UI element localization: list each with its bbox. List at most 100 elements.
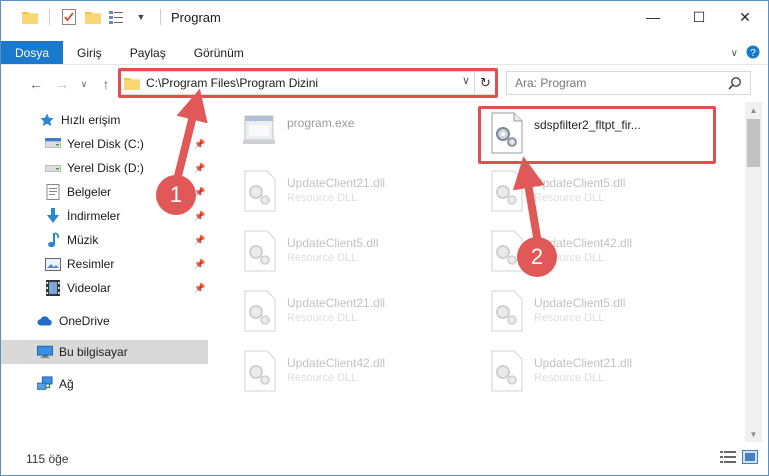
file-name: UpdateClient5.dll — [287, 236, 379, 250]
vertical-scrollbar[interactable]: ▲ ▼ — [745, 102, 762, 442]
details-view-icon[interactable] — [720, 450, 736, 467]
search-icon[interactable] — [728, 76, 742, 93]
quick-access-toolbar: ▼ — [21, 8, 165, 26]
file-item[interactable]: UpdateClient21.dll Resource DLL — [239, 170, 479, 222]
ribbon-tabs: Dosya Giriş Paylaş Görünüm ∨ ? — [1, 41, 768, 65]
dll-file-icon — [239, 350, 281, 392]
dll-file-icon — [486, 290, 528, 332]
dll-file-icon — [239, 170, 281, 212]
back-arrow-icon[interactable]: ← — [25, 73, 47, 95]
file-item[interactable]: UpdateClient21.dll Resource DLL — [486, 350, 726, 402]
pin-icon[interactable]: 📌 — [194, 163, 205, 174]
dll-file-icon — [239, 290, 281, 332]
file-name: UpdateClient5.dll — [534, 296, 626, 310]
recent-locations-icon[interactable]: ∨ — [73, 73, 95, 95]
file-item[interactable]: UpdateClient5.dll Resource DLL — [486, 290, 726, 342]
pictures-icon — [45, 256, 61, 272]
sidebar-item-label: Yerel Disk (C:) — [67, 137, 144, 151]
sidebar-item-label: Ağ — [59, 377, 74, 391]
maximize-button[interactable]: ☐ — [676, 1, 722, 33]
file-type: Resource DLL — [534, 192, 605, 204]
file-item[interactable]: program.exe — [239, 110, 479, 162]
customize-toolbar-icon[interactable]: ▼ — [132, 8, 150, 26]
pin-icon[interactable]: 📌 — [194, 283, 205, 294]
file-name: UpdateClient21.dll — [287, 296, 386, 310]
search-box[interactable]: Ara: Program — [506, 71, 751, 95]
help-icon[interactable]: ? — [746, 45, 760, 62]
sidebar-item-label: OneDrive — [59, 314, 110, 328]
sidebar-item-this-pc[interactable]: Bu bilgisayar — [1, 340, 208, 364]
sidebar-item-label: Hızlı erişim — [61, 113, 121, 127]
network-icon — [37, 376, 53, 392]
up-arrow-icon[interactable]: ↑ — [95, 73, 117, 95]
sidebar-item-label: Videolar — [67, 281, 111, 295]
pin-icon[interactable]: 📌 — [194, 235, 205, 246]
file-item[interactable]: UpdateClient5.dll Resource DLL — [486, 170, 726, 222]
drive-icon — [45, 136, 61, 152]
scroll-up-icon[interactable]: ▲ — [745, 102, 762, 118]
sidebar-item-music[interactable]: Müzik 📌 — [1, 228, 208, 252]
forward-arrow-icon[interactable]: → — [51, 73, 73, 95]
sidebar-item-videos[interactable]: Videolar 📌 — [1, 276, 208, 300]
sidebar-item-label: Resimler — [67, 257, 115, 271]
computer-icon — [37, 344, 53, 360]
sidebar-item-label: Yerel Disk (D:) — [67, 161, 144, 175]
download-icon — [45, 208, 61, 224]
toolbar-divider — [49, 9, 50, 25]
item-count: 115 öğe — [26, 451, 69, 466]
ribbon-right-controls: ∨ ? — [731, 43, 760, 63]
sidebar-item-local-disk-c[interactable]: Yerel Disk (C:) 📌 — [1, 132, 208, 156]
window-controls: — ☐ ✕ — [630, 1, 768, 33]
sidebar-item-label: Müzik — [67, 233, 99, 247]
window-title: Program — [171, 9, 221, 25]
file-type: Resource DLL — [534, 312, 605, 324]
new-folder-icon[interactable] — [84, 8, 102, 26]
file-name: UpdateClient21.dll — [534, 356, 633, 370]
file-highlight — [478, 106, 716, 164]
file-name: program.exe — [287, 116, 355, 130]
file-type: Resource DLL — [287, 192, 358, 204]
scroll-down-icon[interactable]: ▼ — [745, 426, 762, 442]
pin-icon[interactable]: 📌 — [194, 259, 205, 270]
star-icon — [39, 112, 55, 128]
address-bar-highlight — [118, 68, 498, 98]
file-name: UpdateClient21.dll — [287, 176, 386, 190]
search-input[interactable]: Ara: Program — [515, 76, 586, 90]
minimize-button[interactable]: — — [630, 1, 676, 33]
close-button[interactable]: ✕ — [722, 1, 768, 33]
properties-icon[interactable] — [60, 8, 78, 26]
tab-home[interactable]: Giriş — [63, 41, 116, 64]
tab-view[interactable]: Görünüm — [180, 41, 258, 64]
tab-share[interactable]: Paylaş — [116, 41, 180, 64]
file-item[interactable]: UpdateClient42.dll Resource DLL — [239, 350, 479, 402]
pin-icon[interactable]: 📌 — [194, 211, 205, 222]
sidebar-item-quick-access[interactable]: Hızlı erişim — [1, 108, 208, 132]
file-item[interactable]: UpdateClient5.dll Resource DLL — [239, 230, 479, 282]
sidebar-item-network[interactable]: Ağ — [1, 372, 208, 396]
dll-file-icon — [486, 170, 528, 212]
large-icons-view-icon[interactable] — [742, 450, 758, 467]
view-options-icon[interactable] — [108, 8, 126, 26]
application-icon — [239, 110, 281, 152]
folder-icon[interactable] — [21, 8, 39, 26]
tab-file[interactable]: Dosya — [1, 41, 64, 64]
file-name: UpdateClient42.dll — [287, 356, 386, 370]
status-bar: 115 öğe — [1, 442, 768, 475]
navigation-pane: Hızlı erişim Yerel Disk (C:) 📌 Yerel Dis… — [1, 106, 208, 451]
documents-icon — [45, 184, 61, 200]
file-item[interactable]: UpdateClient21.dll Resource DLL — [239, 290, 479, 342]
title-bar: ▼ Program — ☐ ✕ — [1, 1, 768, 33]
step-2-badge: 2 — [517, 237, 557, 277]
expand-ribbon-icon[interactable]: ∨ — [731, 48, 738, 59]
drive-icon — [45, 160, 61, 176]
file-type: Resource DLL — [287, 372, 358, 384]
scrollbar-thumb[interactable] — [747, 119, 760, 167]
video-icon — [45, 280, 61, 296]
sidebar-item-label: Belgeler — [67, 185, 112, 199]
file-type: Resource DLL — [534, 372, 605, 384]
sidebar-item-onedrive[interactable]: OneDrive — [1, 309, 208, 333]
sidebar-item-pictures[interactable]: Resimler 📌 — [1, 252, 208, 276]
dll-file-icon — [239, 230, 281, 272]
sidebar-item-label: Bu bilgisayar — [59, 345, 128, 359]
pin-icon[interactable]: 📌 — [194, 139, 205, 150]
